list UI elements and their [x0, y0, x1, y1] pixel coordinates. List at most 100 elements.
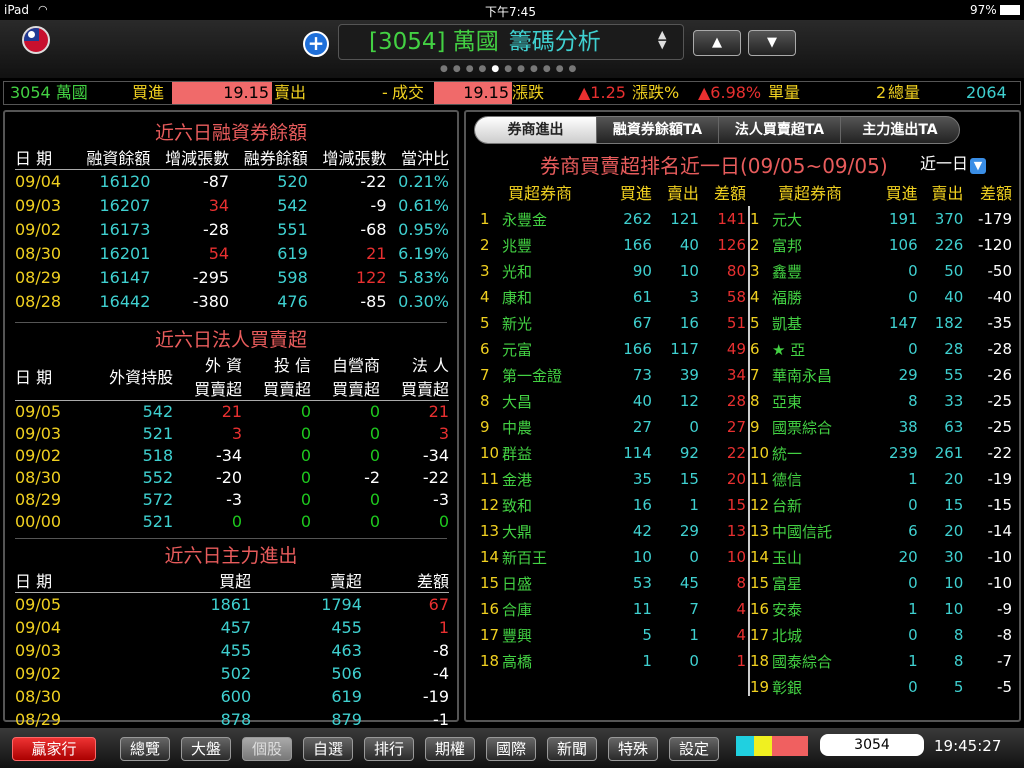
list-item[interactable]: 4 福勝 0 40 -40	[750, 284, 1012, 310]
stock-search-input[interactable]: 3054	[820, 734, 924, 756]
list-item[interactable]: 16 安泰 1 10 -9	[750, 596, 1012, 622]
list-item[interactable]: 13 大鼎 42 29 13	[480, 518, 746, 544]
table-cell: 8	[908, 392, 918, 410]
table-cell: -35	[987, 314, 1013, 332]
nav-button-6[interactable]: 國際	[486, 737, 536, 761]
table-cell: 572	[142, 489, 174, 509]
table-cell: 521	[142, 511, 174, 531]
list-item[interactable]: 15 富星 0 10 -10	[750, 570, 1012, 596]
table-row: 09/05 542 21 0 0 21	[15, 400, 449, 422]
table-cell: 10	[750, 444, 770, 462]
deal-price: 19.15	[434, 82, 512, 104]
table-cell: 19	[750, 678, 770, 696]
list-item[interactable]: 7 華南永昌 29 55 -26	[750, 362, 1012, 388]
taiwan-flag-icon[interactable]	[22, 26, 50, 54]
list-item[interactable]: 4 康和 61 3 58	[480, 284, 746, 310]
table-cell: 502	[220, 663, 252, 683]
table-cell: 30	[944, 548, 964, 566]
table-cell: 9	[480, 418, 490, 436]
list-item[interactable]: 14 玉山 20 30 -10	[750, 544, 1012, 570]
tab-inst-ta[interactable]: 法人買賣超TA	[719, 117, 841, 143]
tab-main-ta[interactable]: 主力進出TA	[841, 117, 959, 143]
list-item[interactable]: 18 國泰綜合 1 8 -7	[750, 648, 1012, 674]
status-time: 下午7:45	[485, 5, 536, 19]
nav-button-9[interactable]: 設定	[669, 737, 719, 761]
list-item[interactable]: 11 德信 1 20 -19	[750, 466, 1012, 492]
next-stock-button[interactable]: ▼	[748, 30, 796, 56]
list-item[interactable]: 5 凱基 147 182 -35	[750, 310, 1012, 336]
list-item[interactable]: 13 中國信託 6 20 -14	[750, 518, 1012, 544]
table-cell: 18	[750, 652, 770, 670]
table-cell: 92	[679, 444, 699, 462]
list-item[interactable]: 15 日盛 53 45 8	[480, 570, 746, 596]
list-item[interactable]: 2 兆豐 166 40 126	[480, 232, 746, 258]
stock-selector[interactable]: [3054] 萬國 籌碼分析	[338, 24, 684, 60]
table-cell: 0	[300, 489, 312, 509]
list-item[interactable]: 3 鑫豐 0 50 -50	[750, 258, 1012, 284]
list-item[interactable]: 17 豐興 5 1 4	[480, 622, 746, 648]
tab-broker[interactable]: 券商進出	[475, 117, 597, 143]
list-item[interactable]: 1 永豐金 262 121 141	[480, 206, 746, 232]
list-item[interactable]: 5 新光 67 16 51	[480, 310, 746, 336]
table-cell: 11	[632, 600, 652, 618]
list-item[interactable]: 8 大昌 40 12 28	[480, 388, 746, 414]
list-item[interactable]: 10 群益 114 92 22	[480, 440, 746, 466]
table-cell: -4	[433, 663, 449, 683]
table-cell: 600	[220, 686, 252, 706]
list-item[interactable]: 8 亞東 8 33 -25	[750, 388, 1012, 414]
table-cell: 9	[750, 418, 760, 436]
table-cell: 新百王	[502, 548, 548, 567]
table-cell: 0.30%	[398, 292, 449, 311]
table-cell: 安泰	[772, 600, 803, 619]
brand-button[interactable]: 贏家行	[12, 737, 96, 761]
list-item[interactable]: 16 合庫 11 7 4	[480, 596, 746, 622]
list-item[interactable]: 9 中農 27 0 27	[480, 414, 746, 440]
tab-margin-ta[interactable]: 融資券餘額TA	[597, 117, 719, 143]
table-cell: 117	[670, 340, 699, 358]
nav-button-5[interactable]: 期權	[425, 737, 475, 761]
table-cell: 08/29	[15, 489, 62, 509]
nav-button-1[interactable]: 大盤	[181, 737, 231, 761]
margin-col-header: 融資餘額	[71, 145, 151, 170]
list-item[interactable]: 18 高橋 1 0 1	[480, 648, 746, 674]
list-item[interactable]: 19 彰銀 0 5 -5	[750, 674, 1012, 700]
table-cell: 09/04	[15, 617, 62, 637]
add-watchlist-button[interactable]: +	[303, 31, 329, 57]
list-item[interactable]: 12 致和 16 1 15	[480, 492, 746, 518]
table-cell: 58	[726, 288, 746, 306]
table-cell: 34	[208, 196, 230, 215]
list-item[interactable]: 2 富邦 106 226 -120	[750, 232, 1012, 258]
table-cell: 45	[679, 574, 699, 592]
period-selector[interactable]: 近一日 ▼	[920, 150, 987, 174]
list-item[interactable]: 11 金港 35 15 20	[480, 466, 746, 492]
table-row: 08/29 16147 -295 598 122 5.83%	[15, 266, 449, 290]
broker-col-header: 差額	[713, 184, 746, 203]
list-item[interactable]: 3 光和 90 10 80	[480, 258, 746, 284]
nav-button-0[interactable]: 總覽	[120, 737, 170, 761]
dropdown-icon: ▼	[970, 158, 987, 174]
nav-button-4[interactable]: 排行	[364, 737, 414, 761]
table-cell: 21	[428, 401, 449, 421]
nav-button-7[interactable]: 新聞	[547, 737, 597, 761]
list-item[interactable]: 9 國票綜合 38 63 -25	[750, 414, 1012, 440]
prev-stock-button[interactable]: ▲	[693, 30, 741, 56]
list-item[interactable]: 1 元大 191 370 -179	[750, 206, 1012, 232]
table-cell: 金港	[502, 470, 533, 489]
main-header-row: 日 期買超 賣超 差額	[15, 568, 449, 593]
selector-arrows-icon[interactable]: ▲ ▼	[658, 29, 666, 50]
list-item[interactable]: 7 第一金證 73 39 34	[480, 362, 746, 388]
nav-button-3[interactable]: 自選	[303, 737, 353, 761]
table-row: 09/03 521 3 0 0 3	[15, 422, 449, 444]
list-item[interactable]: 10 統一 239 261 -22	[750, 440, 1012, 466]
table-cell: 28	[726, 392, 746, 410]
list-item[interactable]: 6 元富 166 117 49	[480, 336, 746, 362]
list-item[interactable]: 14 新百王 10 0 10	[480, 544, 746, 570]
list-item[interactable]: 12 台新 0 15 -15	[750, 492, 1012, 518]
table-cell: 61	[632, 288, 652, 306]
nav-button-8[interactable]: 特殊	[608, 737, 658, 761]
bottom-toolbar: 贏家行 總覽 大盤 個股 自選 排行 期權 國際 新聞 特殊 設定 3054 19:45:27	[0, 728, 1024, 768]
list-item[interactable]: 6 ★ 亞 0 28 -28	[750, 336, 1012, 362]
list-item[interactable]: 17 北城 0 8 -8	[750, 622, 1012, 648]
pct-label: 漲跌%	[632, 83, 680, 102]
nav-button-2[interactable]: 個股	[242, 737, 292, 761]
